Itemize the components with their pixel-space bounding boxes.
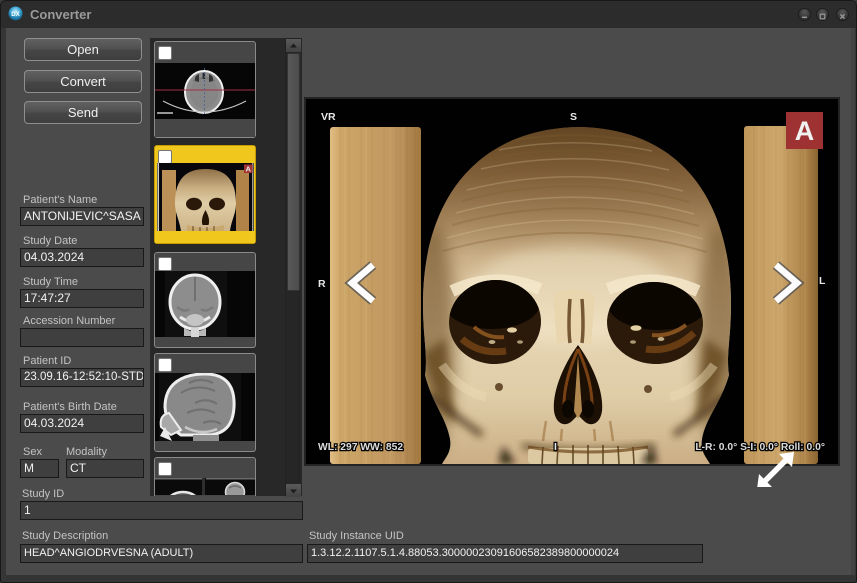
svg-text:WL: 297 WW: 852: WL: 297 WW: 852 [318,442,403,453]
svg-text:R: R [318,278,326,290]
svg-text:VR: VR [321,111,336,123]
svg-text:S: S [570,111,577,123]
svg-text:I: I [554,441,557,453]
svg-text:L: L [819,275,826,287]
svg-text:A: A [245,165,251,174]
svg-text:A: A [795,116,815,146]
svg-text:DX: DX [11,11,20,18]
